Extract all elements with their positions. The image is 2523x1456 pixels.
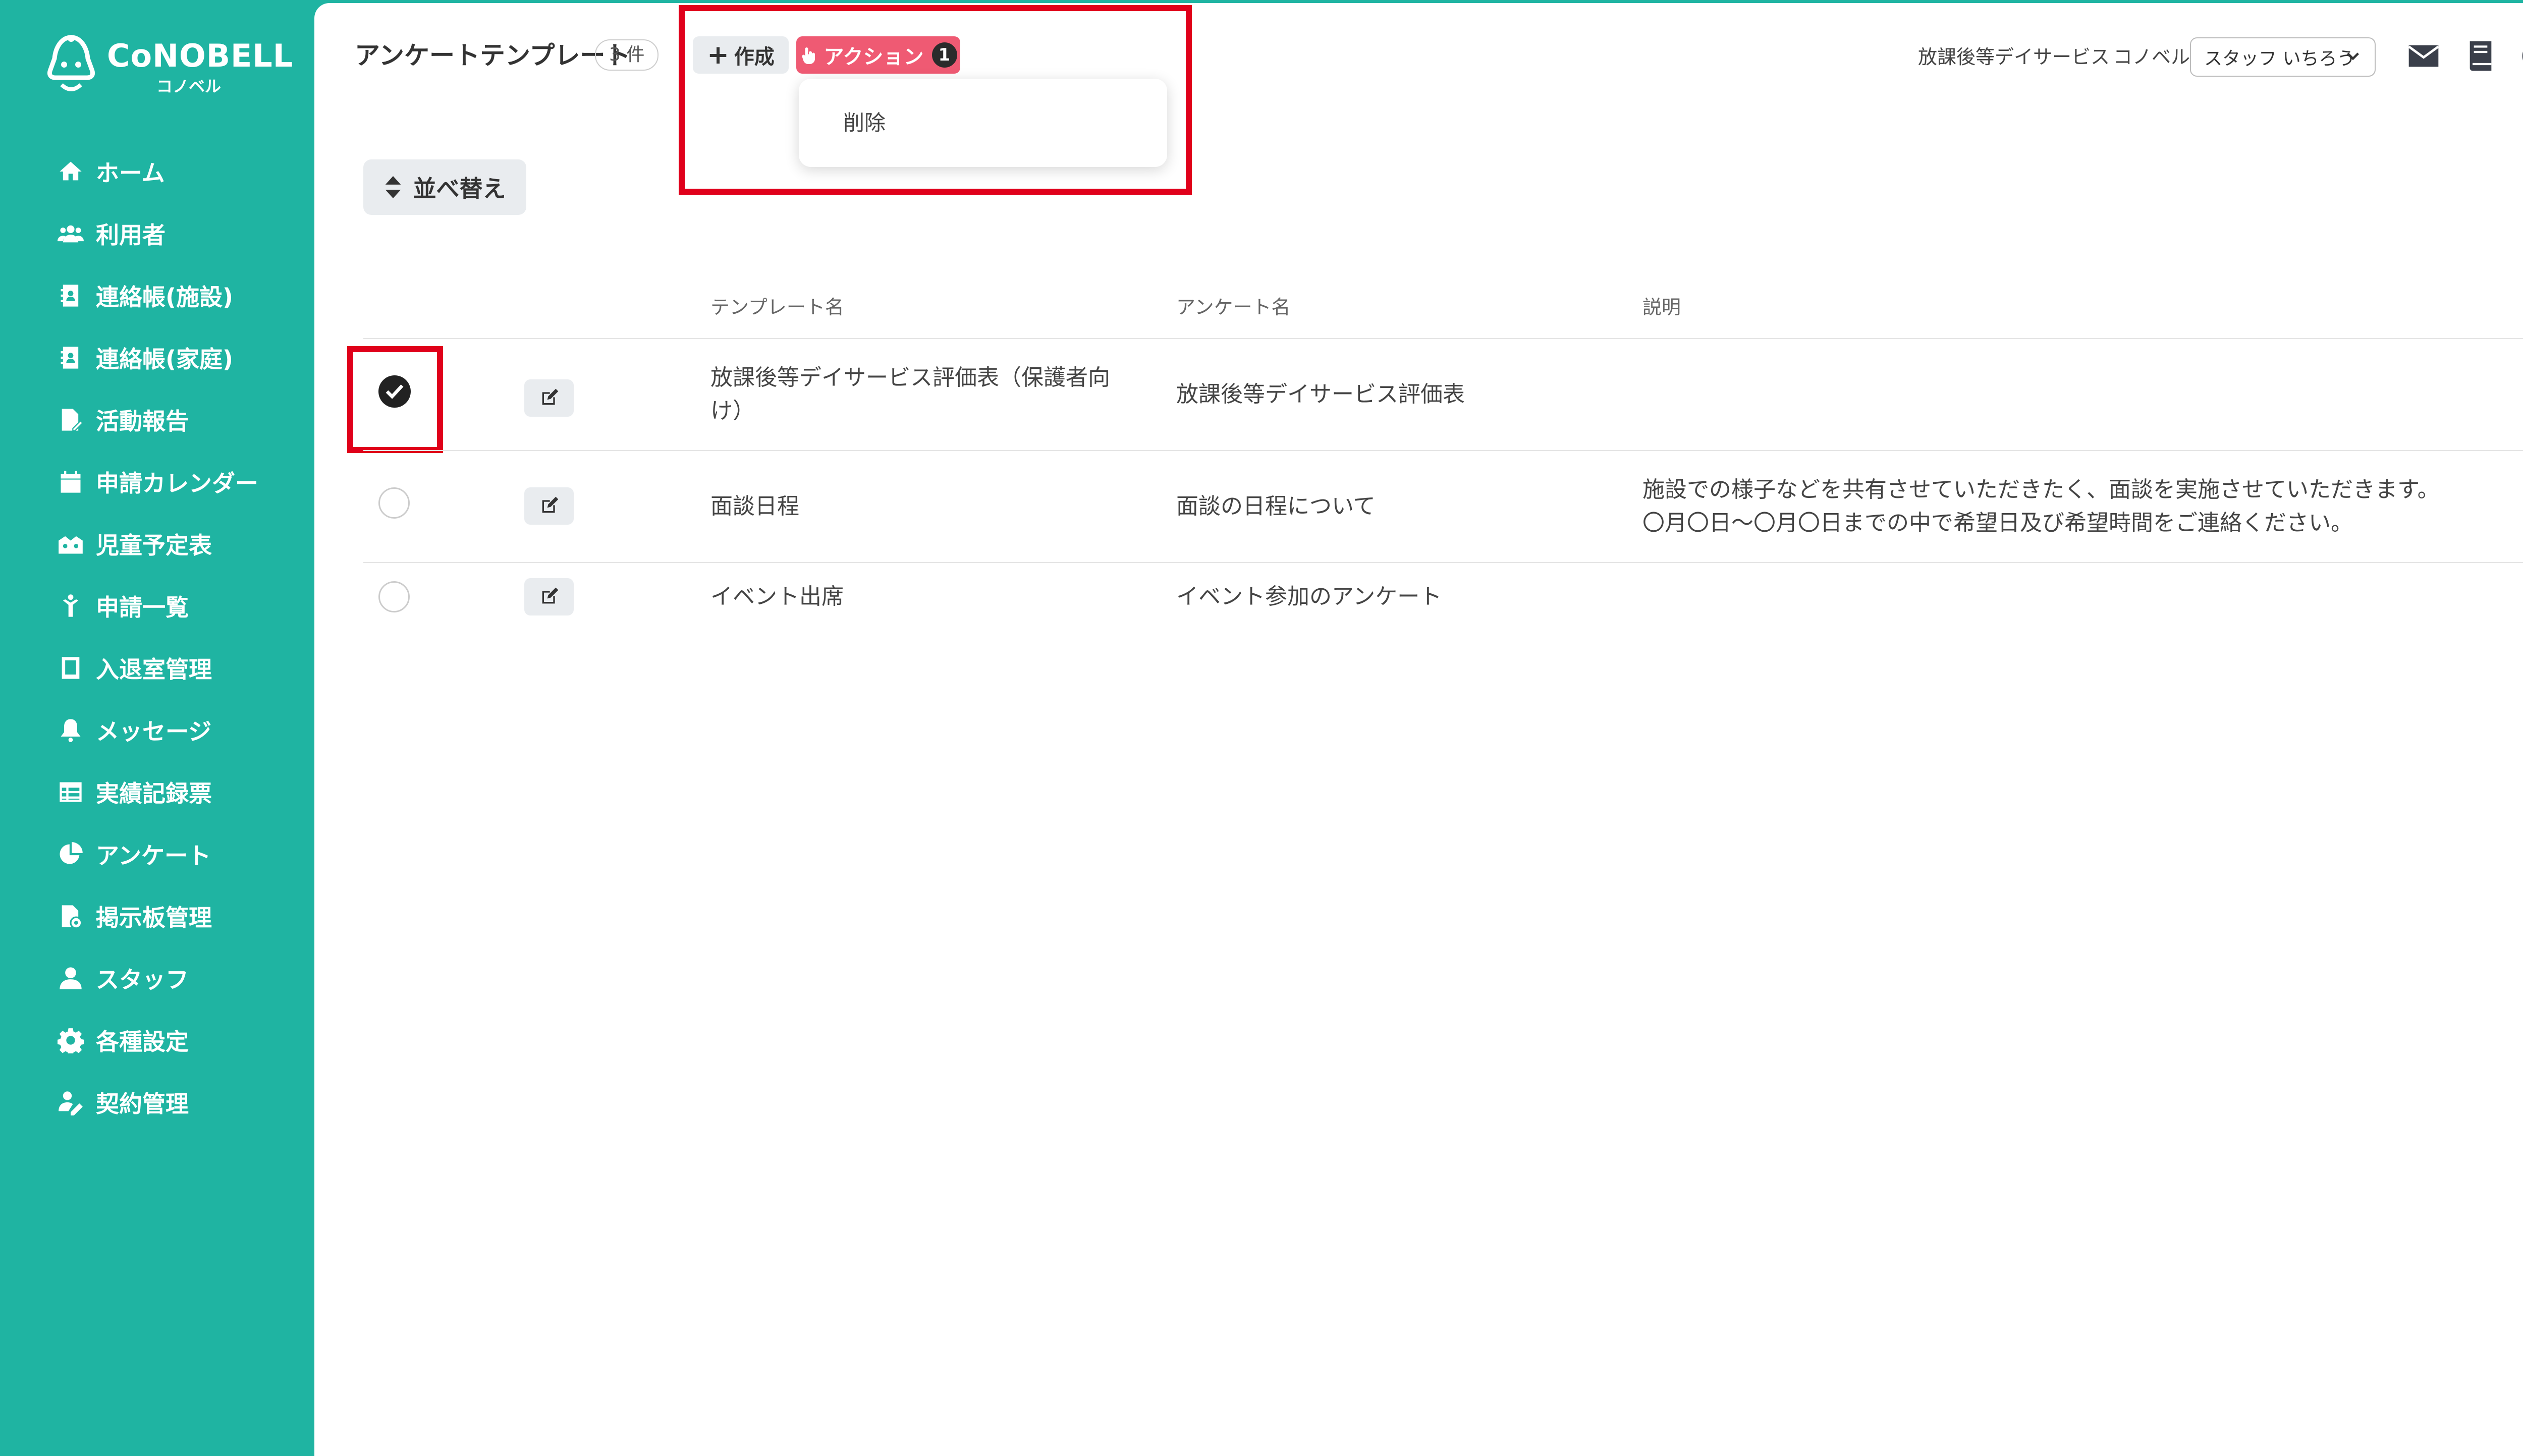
home-icon — [57, 157, 85, 186]
sidebar-item-application-calendar[interactable]: 申請カレンダー — [57, 462, 258, 502]
sidebar-item-label: 児童予定表 — [96, 532, 212, 559]
chevron-down-icon — [2346, 52, 2360, 61]
sidebar-item-label: 実績記録票 — [96, 780, 212, 807]
description-cell-line2: 〇月〇日～〇月〇日までの中で希望日及び希望時間をご連絡ください。 — [1642, 510, 2353, 536]
sidebar-item-survey[interactable]: アンケート — [57, 834, 211, 874]
sidebar-item-label: メッセージ — [96, 718, 212, 745]
bell-logo-icon — [47, 35, 95, 91]
column-header-description[interactable]: 説明 — [1642, 292, 1681, 319]
table-row[interactable]: イベント出席 イベント参加のアンケート — [363, 563, 2523, 644]
report-icon — [57, 406, 85, 434]
template-name-cell: 放課後等デイサービス評価表（保護者向け） — [710, 365, 1110, 424]
survey-name-cell: イベント参加のアンケート — [1176, 584, 1442, 609]
highlight-box-checkbox — [347, 346, 443, 453]
sidebar-item-label: 活動報告 — [96, 408, 189, 435]
contract-icon — [57, 1088, 85, 1116]
sort-button[interactable]: 並べ替え — [363, 159, 526, 215]
help-button[interactable] — [2519, 38, 2523, 74]
table-row[interactable]: 放課後等デイサービス評価表（保護者向け） 放課後等デイサービス評価表 — [363, 339, 2523, 450]
sidebar-item-activity-report[interactable]: 活動報告 — [57, 400, 189, 440]
file-settings-icon — [57, 902, 85, 930]
staff-select[interactable]: スタッフ いちろう — [2190, 37, 2376, 77]
sidebar: CoNOBELL コノベル ホーム 利用者 連絡帳(施設) 連絡帳(家庭) 活動… — [0, 0, 314, 1456]
sidebar-item-home[interactable]: ホーム — [57, 151, 165, 192]
contact-book-icon — [57, 344, 85, 372]
gear-icon — [57, 1026, 85, 1054]
sidebar-item-label: ホーム — [96, 159, 165, 187]
sidebar-item-label: 連絡帳(家庭) — [96, 346, 234, 373]
sidebar-item-messages[interactable]: メッセージ — [57, 710, 211, 750]
sidebar-item-label: 掲示板管理 — [96, 904, 212, 931]
column-header-survey-name[interactable]: アンケート名 — [1176, 292, 1290, 319]
tablet-icon — [57, 654, 85, 682]
main-panel: アンケートテンプレート 3 件 + 作成 アクション 1 削除 並べ替え 放課後… — [314, 3, 2523, 1456]
users-icon — [57, 219, 85, 248]
row-checkbox[interactable] — [378, 487, 410, 519]
edit-icon — [542, 388, 559, 405]
sidebar-item-label: 連絡帳(施設) — [96, 284, 234, 311]
logo-subtext: コノベル — [156, 77, 222, 96]
sidebar-item-contact-facility[interactable]: 連絡帳(施設) — [57, 275, 233, 316]
facility-name: 放課後等デイサービス — [1918, 46, 2110, 68]
description-cell-line1: 施設での様子などを共有させていただきたく、面談を実施させていただきます。 — [1642, 477, 2440, 502]
highlight-box-actions — [679, 5, 1192, 195]
bell-icon — [57, 716, 85, 744]
sidebar-item-bulletin-board[interactable]: 掲示板管理 — [57, 896, 212, 936]
sidebar-item-label: アンケート — [96, 842, 211, 869]
logo-text: CoNOBELL — [107, 37, 294, 74]
survey-name-cell: 面談の日程について — [1176, 493, 1376, 519]
sidebar-item-label: スタッフ — [96, 966, 189, 993]
template-name-cell: イベント出席 — [710, 584, 844, 609]
user-icon — [57, 964, 85, 992]
survey-name-cell: 放課後等デイサービス評価表 — [1176, 381, 1465, 407]
sidebar-item-performance-record[interactable]: 実績記録票 — [57, 772, 212, 812]
table-icon — [57, 778, 85, 806]
row-checkbox[interactable] — [378, 581, 410, 612]
sidebar-item-staff[interactable]: スタッフ — [57, 958, 189, 998]
sort-button-label: 並べ替え — [413, 175, 506, 202]
sidebar-item-contact-home[interactable]: 連絡帳(家庭) — [57, 338, 233, 378]
envelope-icon — [2408, 45, 2439, 67]
application-list-icon — [57, 592, 85, 620]
calendar-icon — [57, 468, 85, 496]
contact-book-icon — [57, 282, 85, 310]
edit-icon — [542, 587, 559, 604]
sidebar-item-label: 入退室管理 — [96, 656, 212, 683]
sidebar-item-settings[interactable]: 各種設定 — [57, 1020, 189, 1060]
sidebar-item-entry-exit[interactable]: 入退室管理 — [57, 648, 212, 688]
staff-select-value: スタッフ いちろう — [2204, 48, 2355, 69]
sidebar-item-label: 申請カレンダー — [96, 470, 258, 497]
template-name-cell: 面談日程 — [710, 493, 799, 519]
sort-icon — [385, 176, 401, 198]
record-count-badge: 3 件 — [595, 39, 659, 71]
app-logo[interactable]: CoNOBELL コノベル — [41, 31, 293, 102]
sidebar-item-contract[interactable]: 契約管理 — [57, 1082, 189, 1123]
edit-button[interactable] — [524, 578, 574, 615]
edit-button[interactable] — [524, 379, 574, 417]
page-title: アンケートテンプレート — [355, 41, 631, 70]
sidebar-item-users[interactable]: 利用者 — [57, 213, 166, 254]
company-name: コノベル — [2113, 46, 2190, 68]
manual-button[interactable] — [2463, 38, 2498, 74]
sidebar-item-label: 申請一覧 — [96, 594, 189, 621]
sidebar-item-label: 契約管理 — [96, 1090, 189, 1117]
sidebar-item-children-schedule[interactable]: 児童予定表 — [57, 524, 212, 564]
edit-icon — [542, 496, 559, 513]
mail-button[interactable] — [2406, 38, 2441, 74]
table-row[interactable]: 面談日程 面談の日程について 施設での様子などを共有させていただきたく、面談を実… — [363, 451, 2523, 562]
children-schedule-icon — [57, 530, 85, 558]
column-header-template-name[interactable]: テンプレート名 — [710, 292, 844, 319]
sidebar-item-label: 利用者 — [96, 221, 166, 249]
question-circle-icon — [2522, 51, 2523, 61]
sidebar-item-application-list[interactable]: 申請一覧 — [57, 586, 189, 626]
sidebar-item-label: 各種設定 — [96, 1028, 189, 1055]
pie-chart-icon — [57, 840, 85, 868]
book-icon — [2470, 41, 2492, 71]
edit-button[interactable] — [524, 487, 574, 525]
